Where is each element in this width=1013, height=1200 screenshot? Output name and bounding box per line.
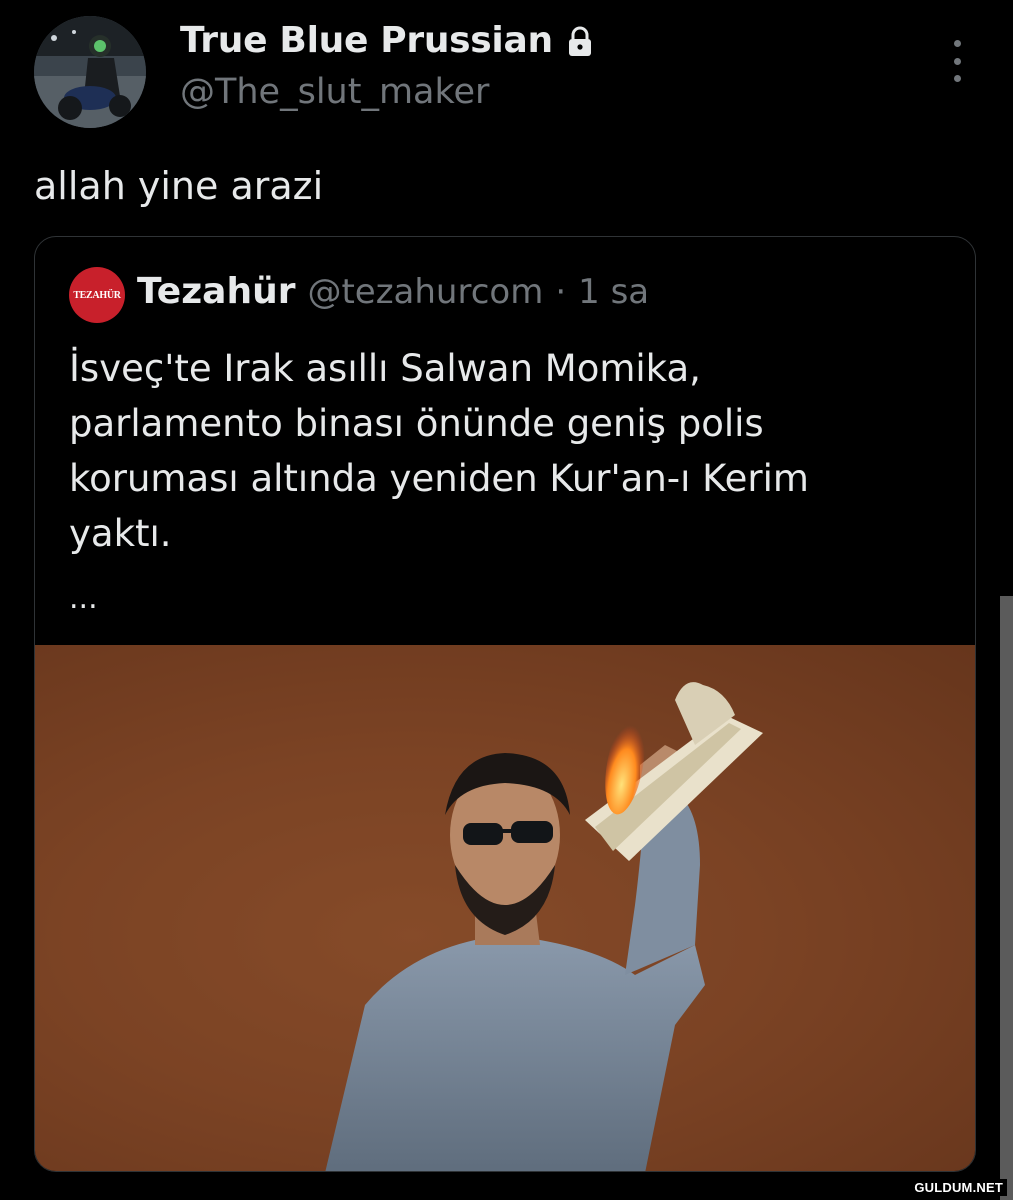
scrollbar[interactable] xyxy=(1000,596,1013,1200)
quoted-text-line: İsveç'te Irak asıllı Salwan Momika, xyxy=(69,347,701,390)
author-handle[interactable]: @The_slut_maker xyxy=(180,72,489,112)
author-display-name: True Blue Prussian xyxy=(180,20,553,61)
photo-man-holding-burning-book xyxy=(35,645,975,1171)
author-name[interactable]: True Blue Prussian xyxy=(180,20,593,61)
avatar[interactable] xyxy=(34,16,146,128)
quoted-text-line: yaktı. xyxy=(69,512,172,555)
more-vertical-icon xyxy=(953,40,961,47)
separator-dot: · xyxy=(555,272,567,312)
quoted-text-line: parlamento binası önünde geniş polis xyxy=(69,402,764,445)
avatar-photo xyxy=(34,16,146,128)
quoted-text-line: koruması altında yeniden Kur'an-ı Kerim xyxy=(69,457,809,500)
quoted-header: Tezahür @tezahurcom · 1 sa xyxy=(137,271,649,312)
quoted-tweet-card[interactable]: TEZAHÜR Tezahür @tezahurcom · 1 sa İsveç… xyxy=(34,236,976,1172)
quoted-avatar[interactable]: TEZAHÜR xyxy=(69,267,125,323)
more-dot xyxy=(953,57,961,65)
more-options-button[interactable] xyxy=(944,40,970,82)
quoted-media-photo[interactable] xyxy=(35,645,975,1171)
watermark: GULDUM.NET xyxy=(910,1179,1007,1196)
quoted-timestamp[interactable]: 1 sa xyxy=(578,272,649,312)
quoted-author-name[interactable]: Tezahür xyxy=(137,271,295,312)
quoted-ellipsis: ... xyxy=(69,581,98,616)
quoted-logo-text: TEZAHÜR xyxy=(73,289,121,301)
quoted-tweet-text: İsveç'te Irak asıllı Salwan Momika, parl… xyxy=(69,341,809,561)
tweet-text: allah yine arazi xyxy=(34,164,324,208)
lock-icon xyxy=(567,26,593,58)
quoted-author-handle[interactable]: @tezahurcom xyxy=(307,272,543,312)
more-dot xyxy=(953,75,961,82)
